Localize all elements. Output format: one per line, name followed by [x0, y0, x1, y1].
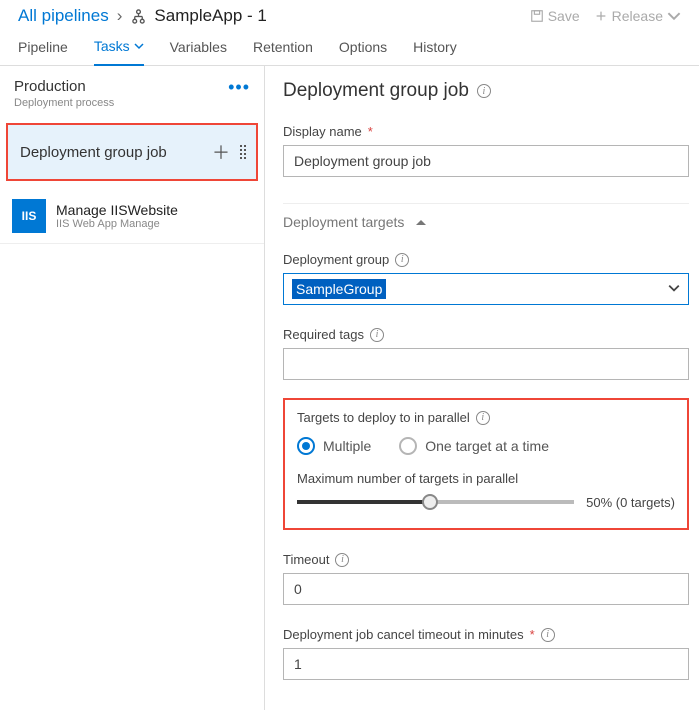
tab-bar: Pipeline Tasks Variables Retention Optio…: [0, 30, 699, 66]
toolbar: Save Release: [530, 8, 681, 24]
tab-retention[interactable]: Retention: [253, 38, 313, 65]
release-label: Release: [612, 8, 663, 24]
job-row[interactable]: Deployment group job ＋: [8, 125, 256, 179]
slider-thumb[interactable]: [422, 494, 438, 510]
job-name: Deployment group job: [20, 144, 167, 161]
info-icon[interactable]: i: [395, 253, 409, 267]
radio-icon: [297, 437, 315, 455]
display-name-label: Display name *: [283, 124, 689, 139]
cancel-timeout-label: Deployment job cancel timeout in minutes…: [283, 627, 689, 642]
radio-multiple-label: Multiple: [323, 438, 371, 454]
plus-icon: [594, 9, 608, 23]
parallel-radio-group: Multiple One target at a time: [297, 437, 675, 455]
tab-variables[interactable]: Variables: [170, 38, 227, 65]
required-tags-label: Required tags i: [283, 327, 689, 342]
radio-icon: [399, 437, 417, 455]
field-display-name: Display name *: [283, 124, 689, 177]
section-deployment-targets[interactable]: Deployment targets: [283, 203, 689, 230]
display-name-label-text: Display name: [283, 124, 362, 139]
add-task-icon[interactable]: ＋: [212, 139, 230, 165]
task-icon: IIS: [12, 199, 46, 233]
max-targets-label: Maximum number of targets in parallel: [297, 471, 675, 486]
required-marker: *: [530, 627, 535, 642]
deployment-group-select[interactable]: SampleGroup: [283, 273, 689, 305]
tab-options[interactable]: Options: [339, 38, 387, 65]
save-label: Save: [548, 8, 580, 24]
drag-handle-icon[interactable]: [240, 145, 246, 159]
parallel-label: Targets to deploy to in parallel i: [297, 410, 675, 425]
slider-value-label: 50% (0 targets): [586, 495, 675, 510]
deployment-group-label: Deployment group i: [283, 252, 689, 267]
page-title-text: Deployment group job: [283, 80, 469, 102]
timeout-label-text: Timeout: [283, 552, 329, 567]
save-button[interactable]: Save: [530, 8, 580, 24]
cancel-timeout-input[interactable]: [283, 648, 689, 680]
max-targets-slider[interactable]: [297, 494, 574, 510]
radio-one-label: One target at a time: [425, 438, 549, 454]
header: All pipelines › SampleApp - 1 Save Relea…: [0, 0, 699, 30]
tab-tasks-label: Tasks: [94, 38, 130, 54]
stage-name: Production: [14, 78, 114, 95]
required-marker: *: [368, 124, 373, 139]
more-actions-icon[interactable]: •••: [228, 78, 250, 96]
radio-one-target[interactable]: One target at a time: [399, 437, 549, 455]
pipeline-icon: [130, 9, 146, 24]
breadcrumb-title: SampleApp - 1: [154, 6, 266, 26]
field-required-tags: Required tags i: [283, 327, 689, 380]
deployment-group-value: SampleGroup: [292, 279, 386, 299]
task-sub: IIS Web App Manage: [56, 218, 178, 230]
breadcrumb-root-link[interactable]: All pipelines: [18, 6, 109, 26]
chevron-down-icon: [668, 281, 680, 297]
info-icon[interactable]: i: [370, 328, 384, 342]
info-icon[interactable]: i: [541, 628, 555, 642]
cancel-timeout-label-text: Deployment job cancel timeout in minutes: [283, 627, 524, 642]
page-title: Deployment group job i: [283, 80, 689, 102]
max-targets-slider-row: 50% (0 targets): [297, 494, 675, 510]
required-tags-label-text: Required tags: [283, 327, 364, 342]
field-cancel-timeout: Deployment job cancel timeout in minutes…: [283, 627, 689, 680]
left-panel: Production Deployment process ••• Deploy…: [0, 66, 265, 710]
chevron-down-icon: [134, 41, 144, 51]
parallel-settings-box: Targets to deploy to in parallel i Multi…: [283, 398, 689, 530]
info-icon[interactable]: i: [477, 84, 491, 98]
info-icon[interactable]: i: [335, 553, 349, 567]
task-name: Manage IISWebsite: [56, 202, 178, 218]
chevron-down-icon: [667, 9, 681, 23]
field-deployment-group: Deployment group i SampleGroup: [283, 252, 689, 305]
tab-tasks[interactable]: Tasks: [94, 38, 144, 66]
info-icon[interactable]: i: [476, 411, 490, 425]
radio-multiple[interactable]: Multiple: [297, 437, 371, 455]
job-card: Deployment group job ＋: [6, 123, 258, 181]
field-timeout: Timeout i: [283, 552, 689, 605]
job-actions: ＋: [212, 139, 246, 165]
timeout-input[interactable]: [283, 573, 689, 605]
stage-sub: Deployment process: [14, 97, 114, 109]
release-button[interactable]: Release: [594, 8, 681, 24]
timeout-label: Timeout i: [283, 552, 689, 567]
tab-pipeline[interactable]: Pipeline: [18, 38, 68, 65]
right-panel: Deployment group job i Display name * De…: [265, 66, 699, 710]
breadcrumb-separator: ›: [117, 6, 123, 26]
task-row[interactable]: IIS Manage IISWebsite IIS Web App Manage: [0, 189, 264, 244]
required-tags-input[interactable]: [283, 348, 689, 380]
breadcrumb: All pipelines › SampleApp - 1: [18, 6, 267, 26]
save-icon: [530, 9, 544, 23]
tab-history[interactable]: History: [413, 38, 457, 65]
stage-header-text: Production Deployment process: [14, 78, 114, 109]
max-targets-label-text: Maximum number of targets in parallel: [297, 471, 518, 486]
display-name-input[interactable]: [283, 145, 689, 177]
section-deployment-targets-label: Deployment targets: [283, 214, 404, 230]
stage-header[interactable]: Production Deployment process •••: [0, 66, 264, 119]
parallel-label-text: Targets to deploy to in parallel: [297, 410, 470, 425]
task-text: Manage IISWebsite IIS Web App Manage: [56, 202, 178, 230]
deployment-group-label-text: Deployment group: [283, 252, 389, 267]
